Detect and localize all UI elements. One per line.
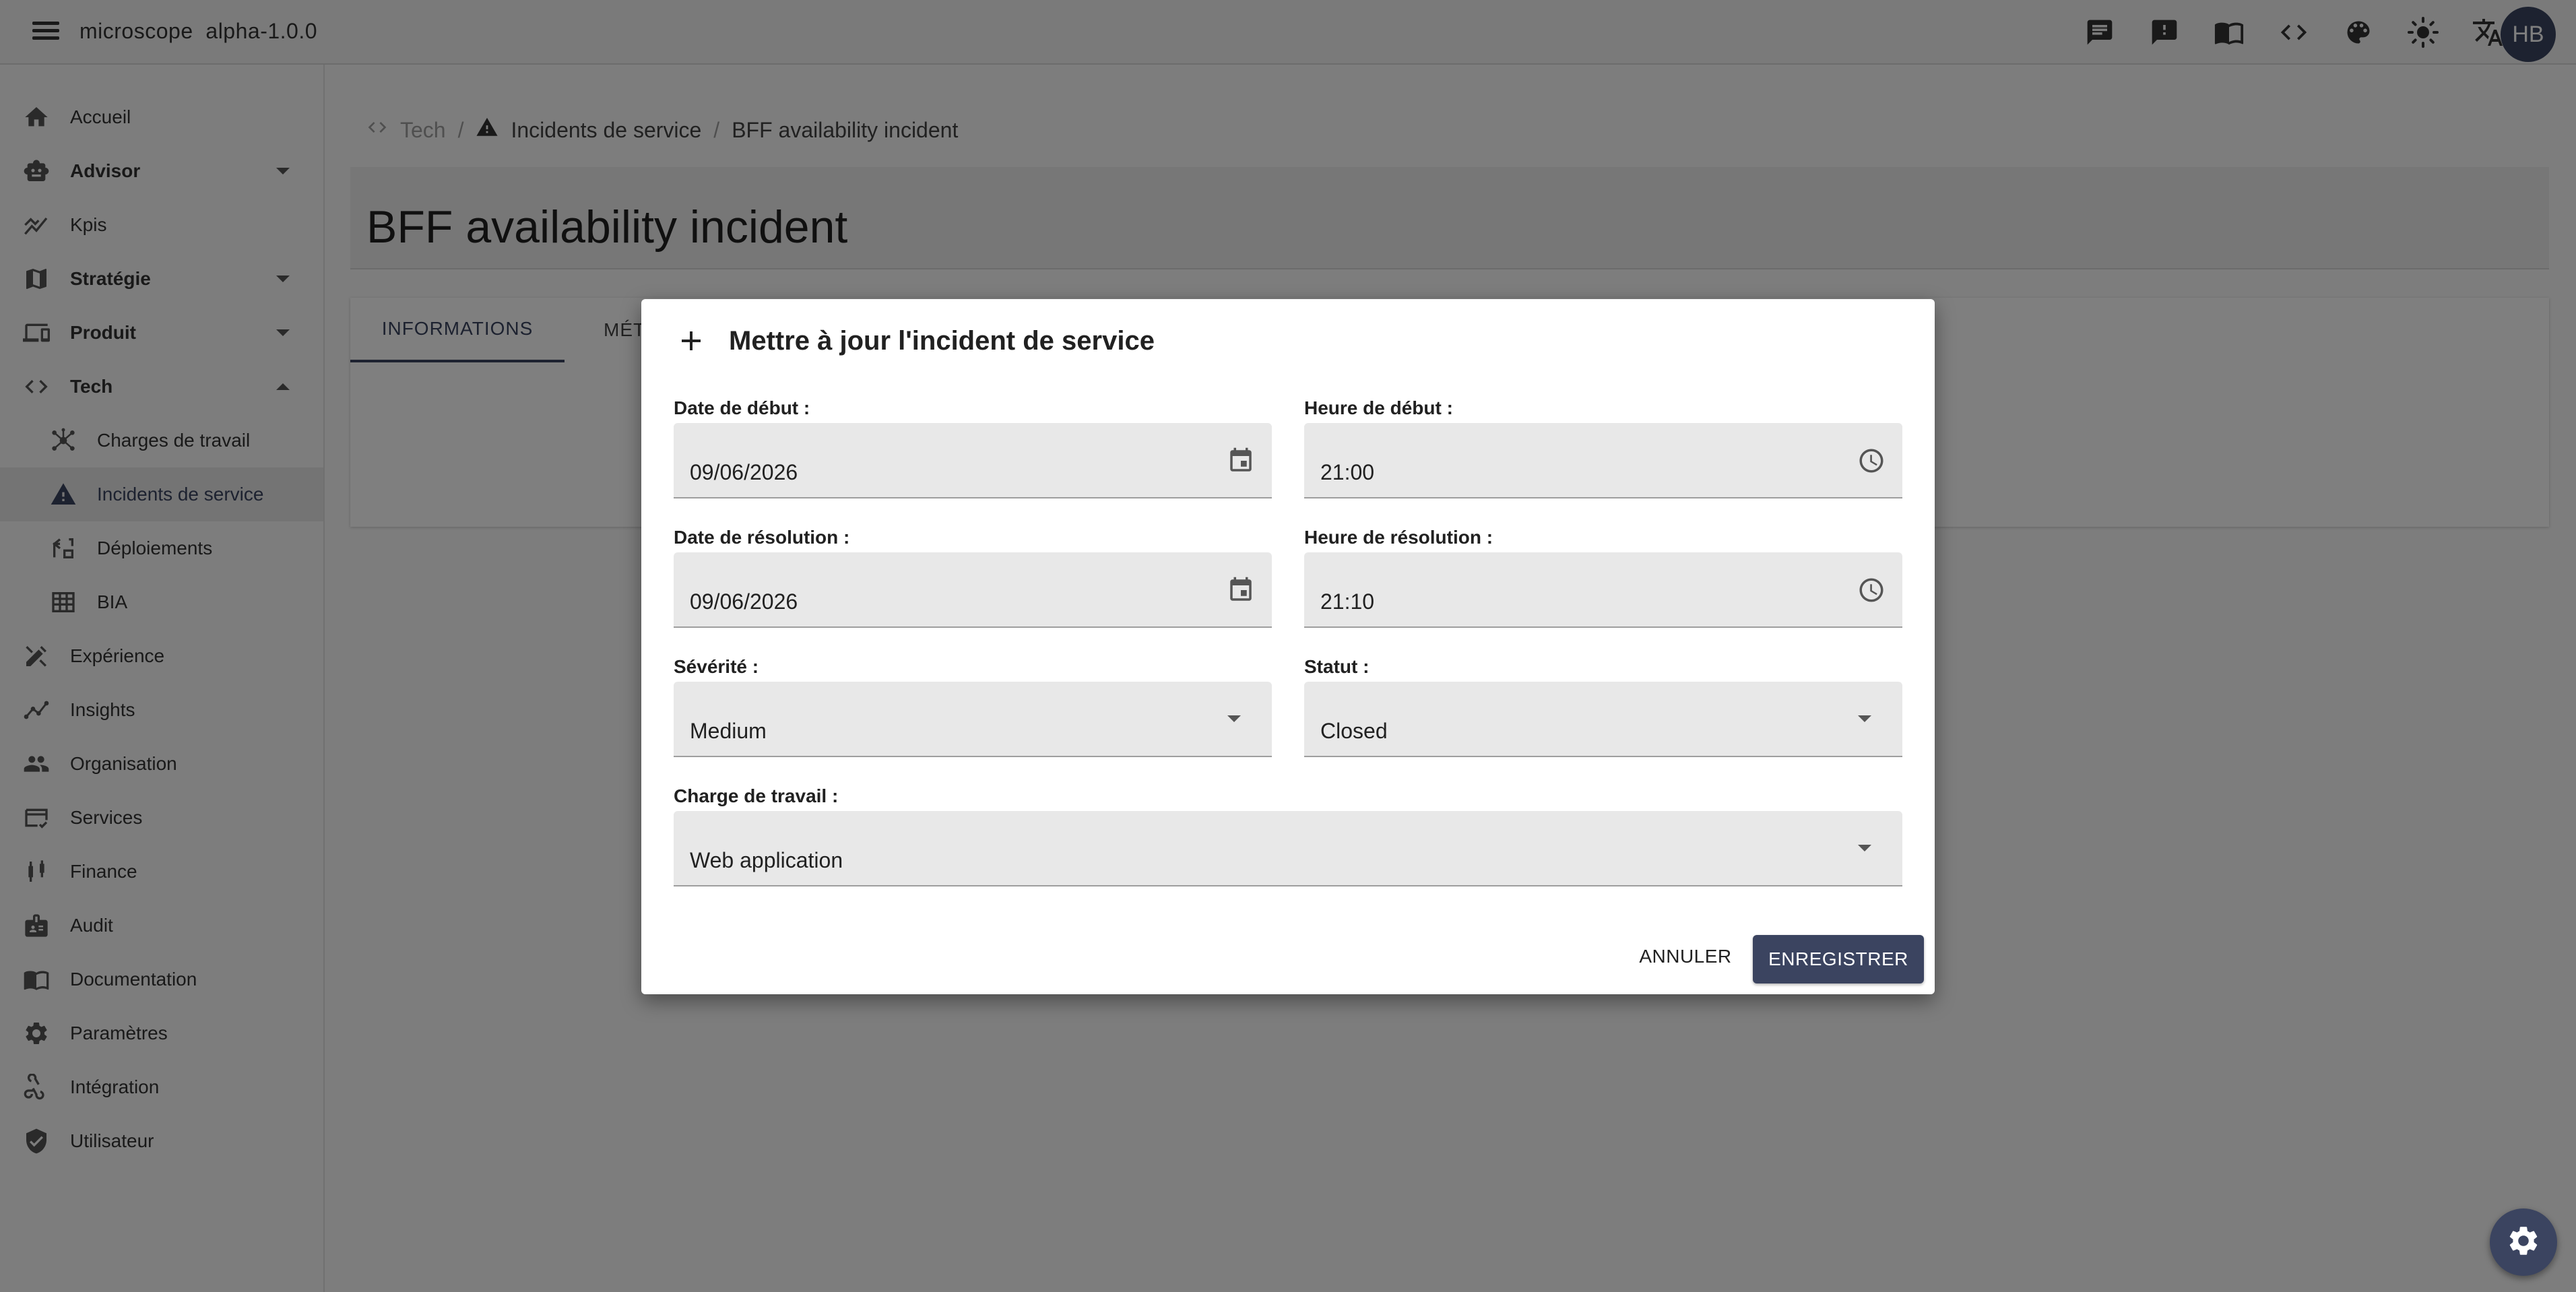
- clock-icon[interactable]: [1855, 574, 1888, 606]
- start-time-value: 21:00: [1320, 460, 1375, 484]
- resolution-time-label: Heure de résolution :: [1304, 527, 1493, 548]
- workload-value: Web application: [690, 848, 843, 872]
- clock-icon[interactable]: [1855, 445, 1888, 477]
- plus-icon: [675, 325, 707, 357]
- workload-label: Charge de travail :: [674, 785, 839, 806]
- resolution-date-value: 09/06/2026: [690, 589, 798, 614]
- save-button[interactable]: ENREGISTRER: [1753, 935, 1924, 983]
- start-date-field[interactable]: 09/06/2026: [674, 423, 1272, 498]
- status-select[interactable]: Closed: [1304, 682, 1902, 757]
- status-value: Closed: [1320, 719, 1388, 743]
- gear-icon: [2506, 1223, 2541, 1262]
- dropdown-arrow-icon[interactable]: [1858, 715, 1871, 722]
- start-date-value: 09/06/2026: [690, 460, 798, 484]
- update-incident-dialog: Mettre à jour l'incident de service Date…: [641, 299, 1935, 994]
- dropdown-arrow-icon[interactable]: [1858, 845, 1871, 851]
- cancel-button[interactable]: ANNULER: [1632, 935, 1739, 978]
- workload-select[interactable]: Web application: [674, 811, 1902, 886]
- status-label: Statut :: [1304, 656, 1370, 677]
- dropdown-arrow-icon[interactable]: [1227, 715, 1241, 722]
- severity-value: Medium: [690, 719, 767, 743]
- start-time-field[interactable]: 21:00: [1304, 423, 1902, 498]
- calendar-icon[interactable]: [1225, 574, 1257, 606]
- start-date-label: Date de début :: [674, 397, 810, 418]
- resolution-date-label: Date de résolution :: [674, 527, 850, 548]
- severity-select[interactable]: Medium: [674, 682, 1272, 757]
- dialog-title: Mettre à jour l'incident de service: [729, 326, 1155, 356]
- severity-label: Sévérité :: [674, 656, 759, 677]
- calendar-icon[interactable]: [1225, 445, 1257, 477]
- settings-fab[interactable]: [2490, 1208, 2557, 1276]
- resolution-date-field[interactable]: 09/06/2026: [674, 552, 1272, 628]
- resolution-time-field[interactable]: 21:10: [1304, 552, 1902, 628]
- resolution-time-value: 21:10: [1320, 589, 1375, 614]
- start-time-label: Heure de début :: [1304, 397, 1453, 418]
